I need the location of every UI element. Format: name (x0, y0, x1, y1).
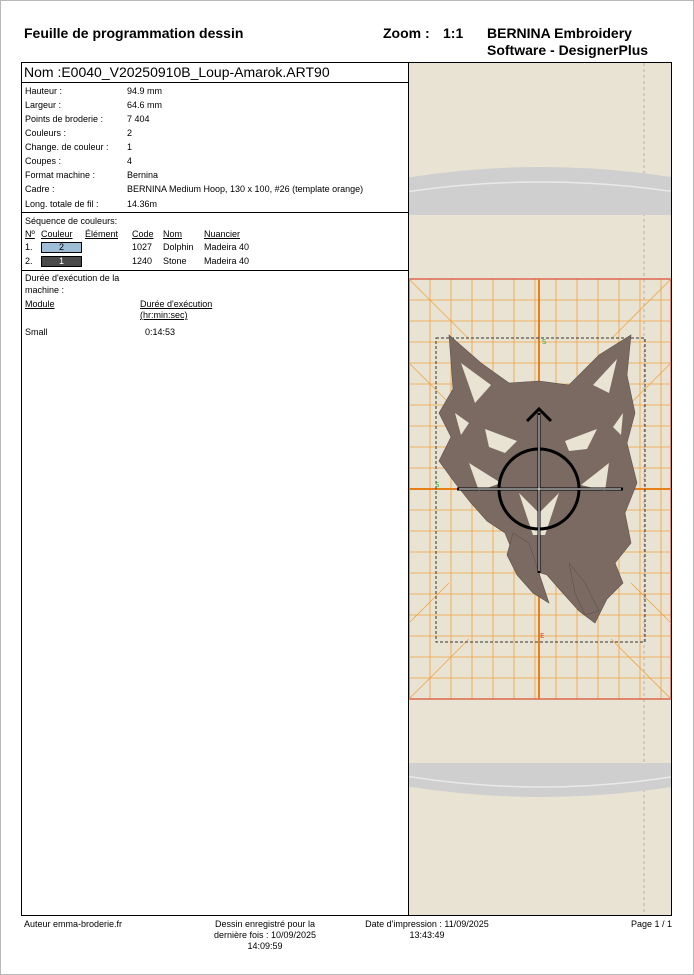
color-name: Stone (163, 256, 187, 266)
software-name: BERNINA Embroidery Software - DesignerPl… (487, 25, 687, 59)
property-label: Largeur : (25, 100, 62, 110)
footer-page-number: Page 1 / 1 (630, 919, 672, 929)
property-value: 2 (127, 128, 133, 138)
footer-print-line-2: 13:43:49 (409, 930, 445, 940)
zoom-value: 1:1 (443, 25, 464, 41)
property-value: 4 (127, 156, 133, 166)
color-sequence-title: Séquence de couleurs: (25, 216, 118, 226)
color-swatch: 2 (41, 242, 82, 253)
column-header-chart: Nuancier (204, 229, 241, 239)
software-line-1: BERNINA Embroidery (487, 25, 632, 41)
property-label: Cadre : (25, 184, 55, 194)
property-value: 14.36m (127, 199, 158, 209)
svg-text:E: E (540, 632, 544, 640)
footer-saved-line-2: dernière fois : 10/09/2025 (213, 930, 317, 940)
color-row-number: 1. (25, 242, 33, 252)
property-label: Points de broderie : (25, 114, 104, 124)
color-swatch: 1 (41, 256, 82, 267)
footer-author: Auteur emma-broderie.fr (24, 919, 123, 929)
hoop-template-icon: S S E (409, 63, 671, 915)
property-value: 94.9 mm (127, 86, 163, 96)
column-header-duration: Durée d'exécution (140, 299, 213, 309)
info-panel: Nom :E0040_V20250910B_Loup-Amarok.ART90 … (21, 62, 408, 916)
footer-print-line-1: Date d'impression : 11/09/2025 (365, 919, 489, 929)
footer-saved-line-1: Dessin enregistré pour la (214, 919, 316, 929)
column-header-color: Couleur (41, 229, 73, 239)
column-header-duration-unit: (hr:min:sec) (140, 310, 188, 320)
duration-title-line-2: machine : (25, 285, 65, 295)
property-label: Format machine : (25, 170, 96, 180)
color-code: 1027 (132, 242, 153, 252)
duration-time: 0:14:53 (145, 327, 176, 337)
property-label: Couleurs : (25, 128, 67, 138)
column-header-element: Élément (85, 229, 119, 239)
property-value: 7 404 (127, 114, 150, 124)
svg-text:S: S (435, 481, 440, 489)
design-properties: Hauteur : 94.9 mm Largeur : 64.6 mm Points… (22, 83, 408, 213)
property-label: Hauteur : (25, 86, 63, 96)
page-title: Feuille de programmation dessin (24, 25, 244, 41)
color-code: 1240 (132, 256, 153, 266)
design-preview: S S E (408, 62, 672, 916)
color-row-number: 2. (25, 256, 33, 266)
design-name: Nom :E0040_V20250910B_Loup-Amarok.ART90 (22, 63, 408, 83)
property-label: Change. de couleur : (25, 142, 109, 152)
duration-title-line-1: Durée d'exécution de la (25, 273, 120, 283)
software-line-2: Software - DesignerPlus (487, 42, 649, 58)
column-header-code: Code (132, 229, 154, 239)
column-header-name: Nom (163, 229, 183, 239)
column-header-module: Module (25, 299, 55, 309)
property-value: BERNINA Medium Hoop, 130 x 100, #26 (tem… (127, 184, 364, 194)
property-value: 64.6 mm (127, 100, 163, 110)
footer-saved: Dessin enregistré pour la dernière fois … (190, 919, 340, 952)
property-label: Coupes : (25, 156, 62, 166)
duration-module: Small (25, 327, 48, 337)
zoom-label: Zoom : (383, 25, 430, 41)
svg-text:S: S (542, 338, 547, 346)
color-name: Dolphin (163, 242, 194, 252)
footer-print: Date d'impression : 11/09/2025 13:43:49 (347, 919, 507, 941)
property-value: Bernina (127, 170, 159, 180)
color-chart: Madeira 40 (204, 242, 250, 252)
property-value: 1 (127, 142, 133, 152)
property-label: Long. totale de fil : (25, 199, 99, 209)
footer-saved-line-3: 14:09:59 (247, 941, 283, 951)
column-header-number: Nº (25, 229, 35, 239)
color-chart: Madeira 40 (204, 256, 250, 266)
color-sequence: Séquence de couleurs: Nº Couleur Élément… (22, 213, 408, 271)
